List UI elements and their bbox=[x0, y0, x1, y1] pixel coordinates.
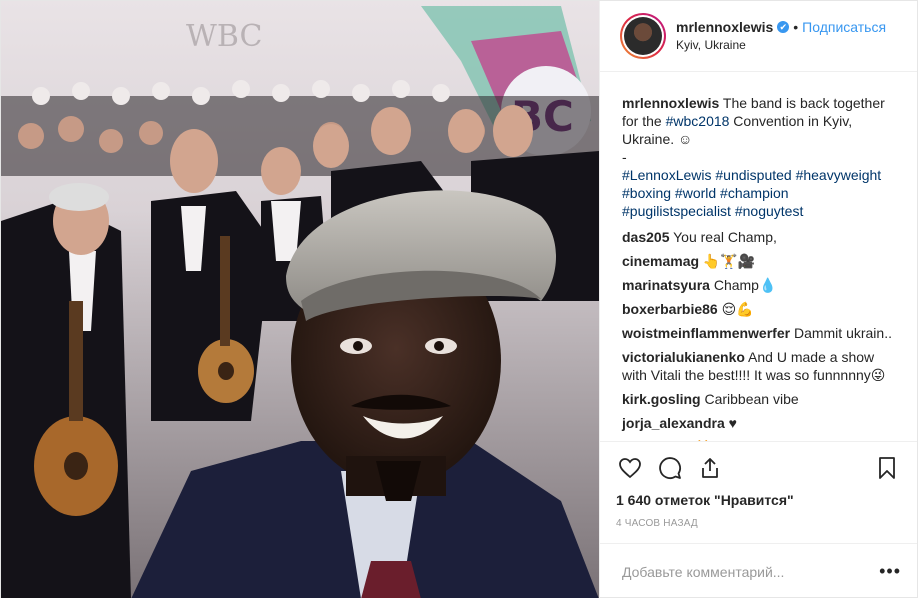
comment-username[interactable]: kirk.gosling bbox=[622, 391, 701, 407]
add-comment-bar: ••• bbox=[600, 543, 917, 598]
caption-dash: - bbox=[622, 149, 627, 165]
comment-text: Champ💧 bbox=[709, 277, 777, 293]
caption-hashtag[interactable]: #wbc2018 bbox=[666, 113, 730, 129]
header-row: mrlennoxlewis ✔ • Подписаться bbox=[676, 18, 886, 36]
separator-dot: • bbox=[793, 19, 799, 35]
post-photo[interactable]: WBC BC bbox=[1, 1, 599, 598]
comment-item: das205 You real Champ, bbox=[622, 228, 901, 246]
comment-item: jorja_alexandra ♥ bbox=[622, 414, 901, 432]
comment-input[interactable] bbox=[622, 563, 880, 580]
selfie-image: WBC BC bbox=[1, 1, 599, 598]
comment-username[interactable]: jorja_alexandra bbox=[622, 415, 725, 431]
comment-text: 👆🏋🎥 bbox=[699, 253, 756, 269]
comment-text: You real Champ, bbox=[669, 229, 777, 245]
verified-badge-icon: ✔ bbox=[777, 21, 790, 33]
header-username[interactable]: mrlennoxlewis bbox=[676, 18, 773, 36]
comment-item: kirk.gosling Caribbean vibe bbox=[622, 390, 901, 408]
banner-text: WBC bbox=[186, 19, 262, 54]
location-link[interactable]: Kyiv, Ukraine bbox=[676, 36, 886, 54]
post-caption: mrlennoxlewis The band is back together … bbox=[622, 94, 901, 220]
comment-username[interactable]: victorialukianenko bbox=[622, 349, 745, 365]
comment-username[interactable]: cinemamag bbox=[622, 253, 699, 269]
post-timestamp: 4 часов назад bbox=[616, 518, 698, 529]
comments-list: mrlennoxlewis The band is back together … bbox=[600, 72, 917, 441]
share-icon[interactable] bbox=[696, 454, 724, 482]
caption-username[interactable]: mrlennoxlewis bbox=[622, 95, 719, 111]
comment-username[interactable]: boxerbarbie86 bbox=[622, 301, 718, 317]
post-header: mrlennoxlewis ✔ • Подписаться Kyiv, Ukra… bbox=[600, 1, 917, 72]
comment-text: Dammit ukrain.. bbox=[790, 325, 892, 341]
comment-item: cinemamag 👆🏋🎥 bbox=[622, 252, 901, 270]
comment-username[interactable]: marinatsyura bbox=[622, 277, 710, 293]
comment-username[interactable]: das205 bbox=[622, 229, 669, 245]
heart-icon[interactable] bbox=[616, 454, 644, 482]
post-sidebar: mrlennoxlewis ✔ • Подписаться Kyiv, Ukra… bbox=[599, 1, 917, 598]
bookmark-icon[interactable] bbox=[873, 454, 901, 482]
comment-item: woistmeinflammenwerfer Dammit ukrain.. bbox=[622, 324, 901, 342]
comment-icon[interactable] bbox=[656, 454, 684, 482]
comment-username[interactable]: woistmeinflammenwerfer bbox=[622, 325, 790, 341]
instagram-post: WBC BC bbox=[0, 0, 918, 598]
comment-item: marinatsyura Champ💧 bbox=[622, 276, 901, 294]
caption-hashtags[interactable]: #LennoxLewis #undisputed #heavyweight #b… bbox=[622, 167, 881, 219]
post-actions: 1 640 отметок "Нравится" 4 часов назад bbox=[600, 441, 917, 529]
comment-text: ♥ bbox=[724, 415, 737, 431]
comment-item: victorialukianenko And U made a show wit… bbox=[622, 348, 901, 384]
comment-item: boxerbarbie86 😌💪 bbox=[622, 300, 901, 318]
likes-count[interactable]: 1 640 отметок "Нравится" bbox=[616, 492, 901, 508]
comment-text: Caribbean vibe bbox=[700, 391, 799, 407]
follow-button[interactable]: Подписаться bbox=[802, 18, 886, 36]
action-icons bbox=[616, 448, 901, 488]
more-icon[interactable]: ••• bbox=[879, 561, 901, 582]
comment-text: 😌💪 bbox=[717, 301, 754, 317]
header-text: mrlennoxlewis ✔ • Подписаться Kyiv, Ukra… bbox=[676, 18, 886, 54]
avatar[interactable] bbox=[620, 13, 666, 59]
